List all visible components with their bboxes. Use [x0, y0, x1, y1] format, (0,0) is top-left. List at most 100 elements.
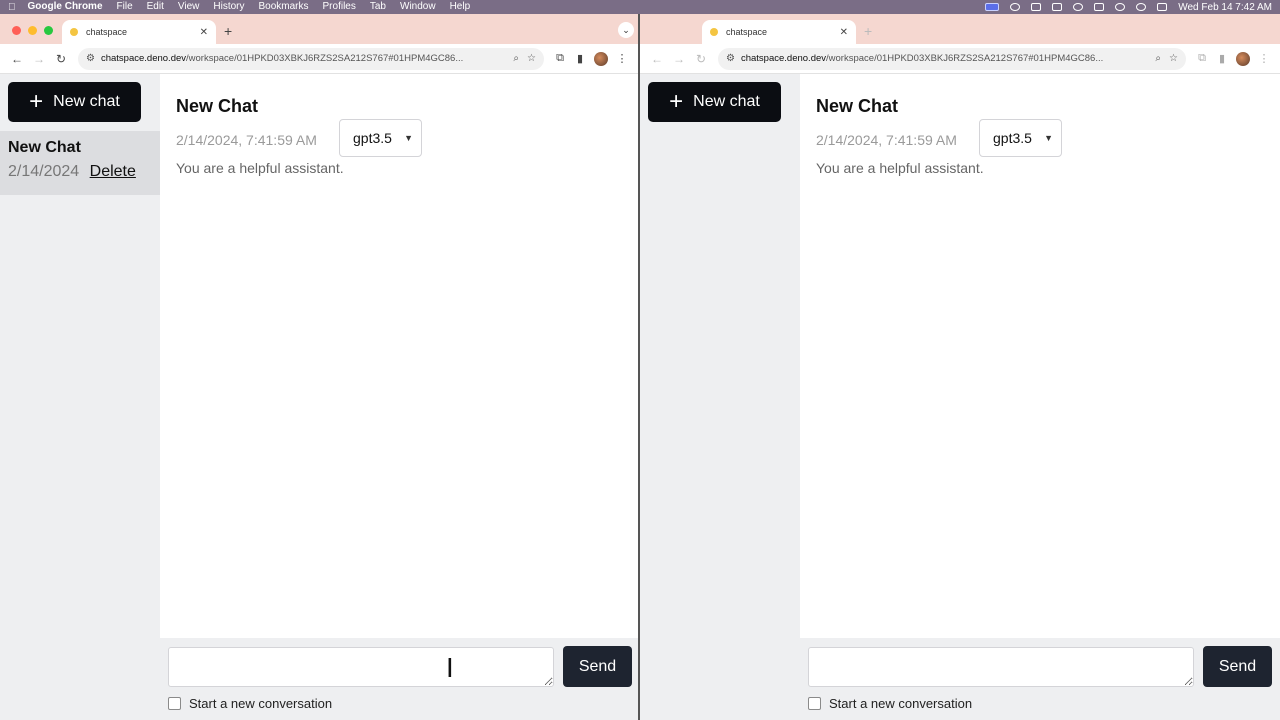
- dropbox-icon[interactable]: [1031, 3, 1042, 11]
- menu-window[interactable]: Window: [400, 0, 436, 14]
- extensions-icon[interactable]: ⧉: [550, 52, 570, 65]
- url-path: /workspace/01HPKD03XBKJ6RZS2SA212S767#01…: [186, 53, 464, 64]
- profile-avatar[interactable]: [594, 51, 608, 66]
- system-prompt: You are a helpful assistant.: [816, 160, 984, 176]
- wifi-icon[interactable]: [1115, 3, 1126, 11]
- minimize-window-button[interactable]: [28, 26, 37, 35]
- message-input[interactable]: [168, 647, 554, 687]
- message-input[interactable]: [808, 647, 1194, 687]
- window-controls: [12, 26, 53, 35]
- zoom-icon[interactable]: ⌕: [1155, 53, 1161, 64]
- tab-title: chatspace: [86, 27, 128, 37]
- new-tab-icon[interactable]: +: [864, 23, 872, 39]
- chatspace-app: + New chat New Chat 2/14/2024 Delete New…: [0, 74, 638, 720]
- forward-icon[interactable]: →: [28, 52, 50, 66]
- side-panel-icon[interactable]: ▮: [570, 52, 590, 65]
- browser-window-left: chatspace ✕ + ⌄ ← → ↻ ⚙ chatspace.deno.d…: [0, 14, 640, 720]
- new-chat-label: New chat: [53, 93, 120, 110]
- new-chat-button[interactable]: + New chat: [648, 82, 781, 122]
- tab-title: chatspace: [726, 27, 768, 37]
- tab-search-chevron-icon[interactable]: ⌄: [618, 22, 634, 38]
- reload-icon[interactable]: ↻: [690, 52, 712, 66]
- macos-menubar:  Google Chrome File Edit View History B…: [0, 0, 1280, 14]
- browser-toolbar: ← → ↻ ⚙ chatspace.deno.dev/workspace/01H…: [0, 44, 638, 74]
- new-tab-icon[interactable]: +: [224, 23, 232, 39]
- plus-icon: +: [669, 88, 684, 115]
- tab-close-icon[interactable]: ✕: [200, 27, 208, 38]
- menubar-clock[interactable]: Wed Feb 14 7:42 AM: [1178, 2, 1272, 13]
- chat-timestamp: 2/14/2024, 7:41:59 AM: [816, 132, 957, 148]
- new-conversation-label: Start a new conversation: [829, 696, 973, 711]
- back-icon[interactable]: ←: [6, 52, 28, 66]
- back-icon[interactable]: ←: [646, 52, 668, 66]
- composer: Send Start a new conversation: [160, 638, 638, 720]
- new-chat-label: New chat: [693, 93, 760, 110]
- new-chat-button[interactable]: + New chat: [8, 82, 141, 122]
- close-window-button[interactable]: [12, 26, 21, 35]
- menu-help[interactable]: Help: [450, 0, 471, 14]
- menu-file[interactable]: File: [117, 0, 133, 14]
- menu-view[interactable]: View: [178, 0, 200, 14]
- screen-record-icon[interactable]: [985, 3, 1000, 11]
- apple-icon[interactable]: : [8, 2, 16, 13]
- browser-tab[interactable]: chatspace ✕: [702, 20, 856, 44]
- browser-tab[interactable]: chatspace ✕: [62, 20, 216, 44]
- composer: Send Start a new conversation: [800, 638, 1280, 720]
- plus-icon: +: [29, 88, 44, 115]
- browser-toolbar: ← → ↻ ⚙ chatspace.deno.dev/workspace/01H…: [640, 44, 1280, 74]
- favicon-icon: [710, 28, 718, 36]
- send-button[interactable]: Send: [563, 646, 632, 687]
- delete-chat-link[interactable]: Delete: [90, 163, 136, 180]
- reload-icon[interactable]: ↻: [50, 52, 72, 66]
- maximize-window-button[interactable]: [44, 26, 53, 35]
- new-conversation-checkbox[interactable]: [808, 697, 821, 710]
- system-prompt: You are a helpful assistant.: [176, 160, 344, 176]
- chat-list-item-title: New Chat: [8, 139, 81, 156]
- search-icon[interactable]: [1136, 3, 1147, 11]
- new-conversation-checkbox[interactable]: [168, 697, 181, 710]
- more-menu-icon[interactable]: ⋮: [612, 52, 632, 65]
- new-conversation-toggle[interactable]: Start a new conversation: [168, 696, 332, 711]
- side-panel-icon[interactable]: ▮: [1212, 52, 1232, 65]
- chat-list-item[interactable]: New Chat 2/14/2024 Delete: [0, 131, 160, 195]
- new-conversation-label: Start a new conversation: [189, 696, 333, 711]
- control-center-icon[interactable]: [1157, 3, 1168, 11]
- send-button[interactable]: Send: [1203, 646, 1272, 687]
- status-tray: Wed Feb 14 7:42 AM: [985, 2, 1272, 13]
- tab-close-icon[interactable]: ✕: [840, 27, 848, 38]
- chat-main: New Chat 2/14/2024, 7:41:59 AM gpt3.5 ▼ …: [800, 74, 1280, 720]
- chat-title: New Chat: [816, 96, 899, 116]
- address-bar[interactable]: ⚙ chatspace.deno.dev/workspace/01HPKD03X…: [78, 47, 544, 70]
- menu-bookmarks[interactable]: Bookmarks: [259, 0, 309, 14]
- zoom-icon[interactable]: ⌕: [513, 53, 519, 64]
- forward-icon[interactable]: →: [668, 52, 690, 66]
- new-conversation-toggle[interactable]: Start a new conversation: [808, 696, 972, 711]
- menu-profiles[interactable]: Profiles: [323, 0, 356, 14]
- menu-history[interactable]: History: [213, 0, 244, 14]
- chat-list-item-date: 2/14/2024: [8, 163, 80, 180]
- site-info-icon[interactable]: ⚙: [726, 53, 735, 64]
- profile-avatar[interactable]: [1236, 51, 1250, 66]
- menu-app-name[interactable]: Google Chrome: [28, 0, 103, 14]
- menu-tab[interactable]: Tab: [370, 0, 386, 14]
- model-select[interactable]: gpt3.5 ▼: [979, 119, 1062, 157]
- chevron-down-icon: ▼: [404, 133, 413, 143]
- record-icon[interactable]: [1010, 3, 1021, 11]
- url-domain: chatspace.deno.dev: [740, 53, 827, 64]
- url-domain: chatspace.deno.dev: [100, 53, 187, 64]
- moon-icon[interactable]: [1073, 3, 1084, 11]
- model-select[interactable]: gpt3.5 ▼: [339, 119, 422, 157]
- battery-icon[interactable]: [1094, 3, 1105, 11]
- more-menu-icon[interactable]: ⋮: [1254, 52, 1274, 65]
- bookmark-star-icon[interactable]: ☆: [527, 53, 536, 64]
- lock-icon[interactable]: [1052, 3, 1063, 11]
- address-bar[interactable]: ⚙ chatspace.deno.dev/workspace/01HPKD03X…: [718, 47, 1186, 70]
- chat-main: New Chat 2/14/2024, 7:41:59 AM gpt3.5 ▼ …: [160, 74, 638, 720]
- bookmark-star-icon[interactable]: ☆: [1169, 53, 1178, 64]
- tab-strip: chatspace ✕ + ⌄: [0, 14, 638, 44]
- extensions-icon[interactable]: ⧉: [1192, 52, 1212, 65]
- menu-edit[interactable]: Edit: [147, 0, 164, 14]
- model-select-value: gpt3.5: [353, 130, 392, 146]
- chat-title: New Chat: [176, 96, 259, 116]
- site-info-icon[interactable]: ⚙: [86, 53, 95, 64]
